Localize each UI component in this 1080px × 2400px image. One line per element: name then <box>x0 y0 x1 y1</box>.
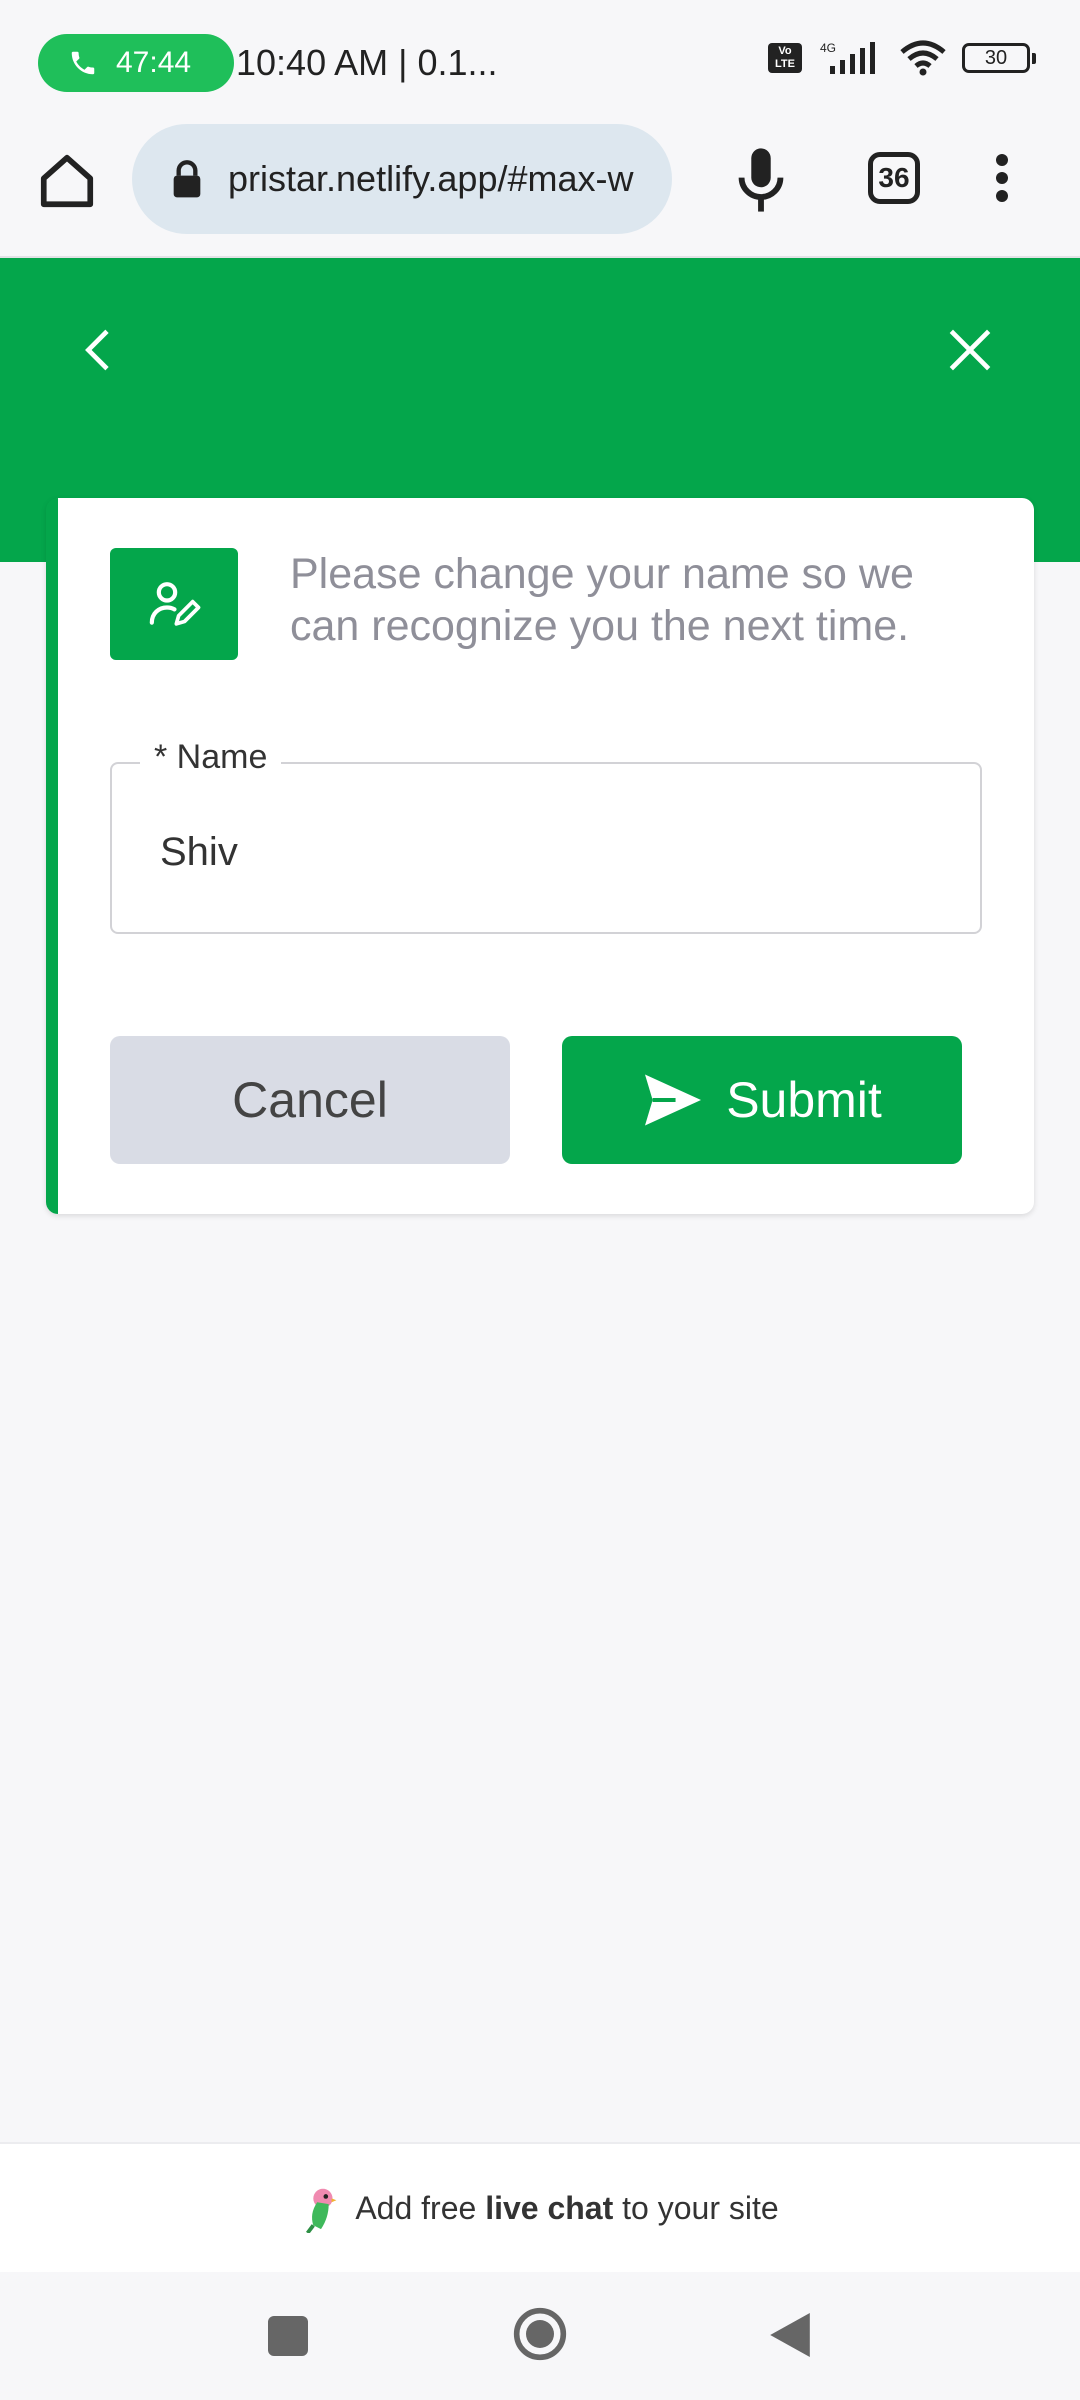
tabs-icon[interactable]: 36 <box>868 152 920 204</box>
home-icon[interactable] <box>36 150 98 212</box>
submit-button[interactable]: Submit <box>562 1036 962 1164</box>
mic-icon[interactable] <box>730 146 792 214</box>
live-chat-footer[interactable]: Add free live chat to your site <box>0 2142 1080 2272</box>
call-timer: 47:44 <box>116 46 192 79</box>
system-icons: Vo LTE 4G 30 <box>768 40 1036 76</box>
prompt-text: Please change your name so we can recogn… <box>290 550 914 650</box>
footer-suffix: to your site <box>622 2189 779 2226</box>
name-field[interactable] <box>110 762 982 934</box>
url-bar[interactable]: pristar.netlify.app/#max-w <box>132 124 672 234</box>
user-edit-badge <box>110 548 238 660</box>
footer-bold: live chat <box>485 2189 614 2226</box>
name-field-label: * Name <box>140 738 282 777</box>
wifi-icon <box>900 40 946 76</box>
parrot-icon <box>306 2188 337 2233</box>
phone-icon <box>71 51 95 75</box>
user-edit-icon <box>149 582 201 626</box>
network-label: 4G <box>820 41 836 55</box>
close-icon[interactable] <box>942 322 998 378</box>
recents-icon[interactable] <box>268 2316 308 2356</box>
status-clock: 10:40 AM | 0.1... <box>236 42 498 83</box>
lock-icon <box>173 160 201 198</box>
nav-back-icon[interactable] <box>768 2310 812 2360</box>
volte-icon: Vo LTE <box>768 43 802 73</box>
url-text: pristar.netlify.app/#max-w <box>228 158 634 199</box>
battery-icon: 30 <box>962 43 1036 73</box>
ongoing-call-pill[interactable]: 47:44 <box>38 34 234 92</box>
name-input[interactable]: Shiv <box>160 830 238 875</box>
send-icon <box>645 1074 702 1126</box>
footer-prefix: Add free <box>355 2189 477 2226</box>
back-icon[interactable] <box>72 322 128 378</box>
cancel-button[interactable]: Cancel <box>110 1036 510 1164</box>
more-icon[interactable] <box>982 152 1022 204</box>
nav-home-icon[interactable] <box>512 2306 568 2362</box>
submit-label: Submit <box>726 1072 882 1128</box>
signal-icon: 4G <box>820 41 875 74</box>
